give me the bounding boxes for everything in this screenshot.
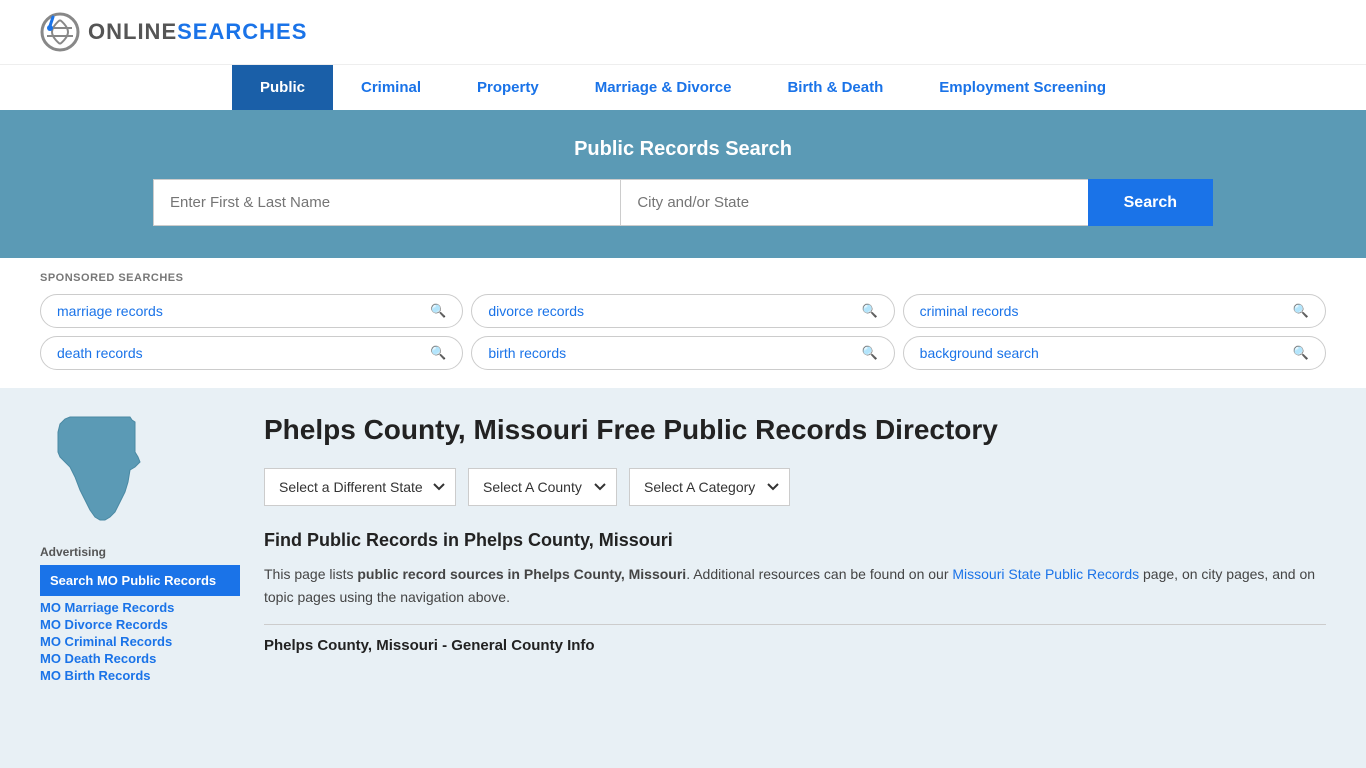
sponsored-tag-0[interactable]: marriage records 🔍 [40, 294, 463, 328]
sponsored-label: SPONSORED SEARCHES [40, 272, 1326, 284]
sponsored-section: SPONSORED SEARCHES marriage records 🔍 di… [0, 258, 1366, 388]
sponsored-grid: marriage records 🔍 divorce records 🔍 cri… [40, 294, 1326, 370]
nav-item-criminal[interactable]: Criminal [333, 65, 449, 110]
sidebar-link-2[interactable]: MO Criminal Records [40, 634, 240, 649]
missouri-map-svg [40, 412, 160, 522]
header: ONLINE SEARCHES [0, 0, 1366, 64]
search-icon-1: 🔍 [861, 303, 877, 319]
logo-online: ONLINE [88, 19, 177, 45]
sponsored-tag-5[interactable]: background search 🔍 [903, 336, 1326, 370]
nav-item-employment[interactable]: Employment Screening [911, 65, 1134, 110]
section-divider [264, 624, 1326, 625]
nav-item-property[interactable]: Property [449, 65, 567, 110]
advertising-label: Advertising [40, 545, 240, 559]
general-info-title: Phelps County, Missouri - General County… [264, 637, 1326, 654]
logo-area: ONLINE SEARCHES [40, 12, 307, 52]
search-icon-3: 🔍 [430, 345, 446, 361]
content-area: Phelps County, Missouri Free Public Reco… [264, 412, 1326, 685]
page-title: Phelps County, Missouri Free Public Reco… [264, 412, 1326, 448]
nav-item-marriage-divorce[interactable]: Marriage & Divorce [567, 65, 760, 110]
dropdowns-row: Select a Different State Select A County… [264, 468, 1326, 506]
nav-item-public[interactable]: Public [232, 65, 333, 110]
sponsored-tag-2[interactable]: criminal records 🔍 [903, 294, 1326, 328]
missouri-records-link[interactable]: Missouri State Public Records [952, 566, 1139, 582]
desc-bold: public record sources in Phelps County, … [357, 566, 686, 582]
main-nav: Public Criminal Property Marriage & Divo… [0, 64, 1366, 110]
name-input[interactable] [153, 179, 620, 226]
main-content: Advertising Search MO Public Records MO … [0, 388, 1366, 709]
state-dropdown[interactable]: Select a Different State [264, 468, 456, 506]
nav-item-birth-death[interactable]: Birth & Death [759, 65, 911, 110]
sponsored-tag-label-1: divorce records [488, 303, 584, 319]
sponsored-tag-label-2: criminal records [920, 303, 1019, 319]
state-map [40, 412, 240, 525]
logo-text: ONLINE SEARCHES [88, 19, 307, 45]
sponsored-tag-label-0: marriage records [57, 303, 163, 319]
sidebar-link-3[interactable]: MO Death Records [40, 651, 240, 666]
search-icon-5: 🔍 [1293, 345, 1309, 361]
sponsored-tag-3[interactable]: death records 🔍 [40, 336, 463, 370]
search-icon-4: 🔍 [861, 345, 877, 361]
ad-highlight[interactable]: Search MO Public Records [40, 565, 240, 596]
logo-searches: SEARCHES [177, 19, 307, 45]
sidebar-link-1[interactable]: MO Divorce Records [40, 617, 240, 632]
search-icon-0: 🔍 [430, 303, 446, 319]
find-records-title: Find Public Records in Phelps County, Mi… [264, 530, 1326, 551]
sponsored-tag-4[interactable]: birth records 🔍 [471, 336, 894, 370]
county-dropdown[interactable]: Select A County [468, 468, 617, 506]
search-button[interactable]: Search [1088, 179, 1213, 226]
search-banner-title: Public Records Search [40, 138, 1326, 161]
sidebar: Advertising Search MO Public Records MO … [40, 412, 240, 685]
search-icon-2: 🔍 [1293, 303, 1309, 319]
search-fields: Search [153, 179, 1213, 226]
location-input[interactable] [620, 179, 1087, 226]
sponsored-tag-label-5: background search [920, 345, 1039, 361]
sponsored-tag-1[interactable]: divorce records 🔍 [471, 294, 894, 328]
sidebar-link-4[interactable]: MO Birth Records [40, 668, 240, 683]
sponsored-tag-label-3: death records [57, 345, 143, 361]
desc-before-bold: This page lists [264, 566, 357, 582]
search-banner: Public Records Search Search [0, 110, 1366, 258]
description-text: This page lists public record sources in… [264, 563, 1326, 608]
desc-after-bold: . Additional resources can be found on o… [686, 566, 952, 582]
logo-icon [40, 12, 80, 52]
category-dropdown[interactable]: Select A Category [629, 468, 790, 506]
sidebar-link-0[interactable]: MO Marriage Records [40, 600, 240, 615]
sponsored-tag-label-4: birth records [488, 345, 566, 361]
